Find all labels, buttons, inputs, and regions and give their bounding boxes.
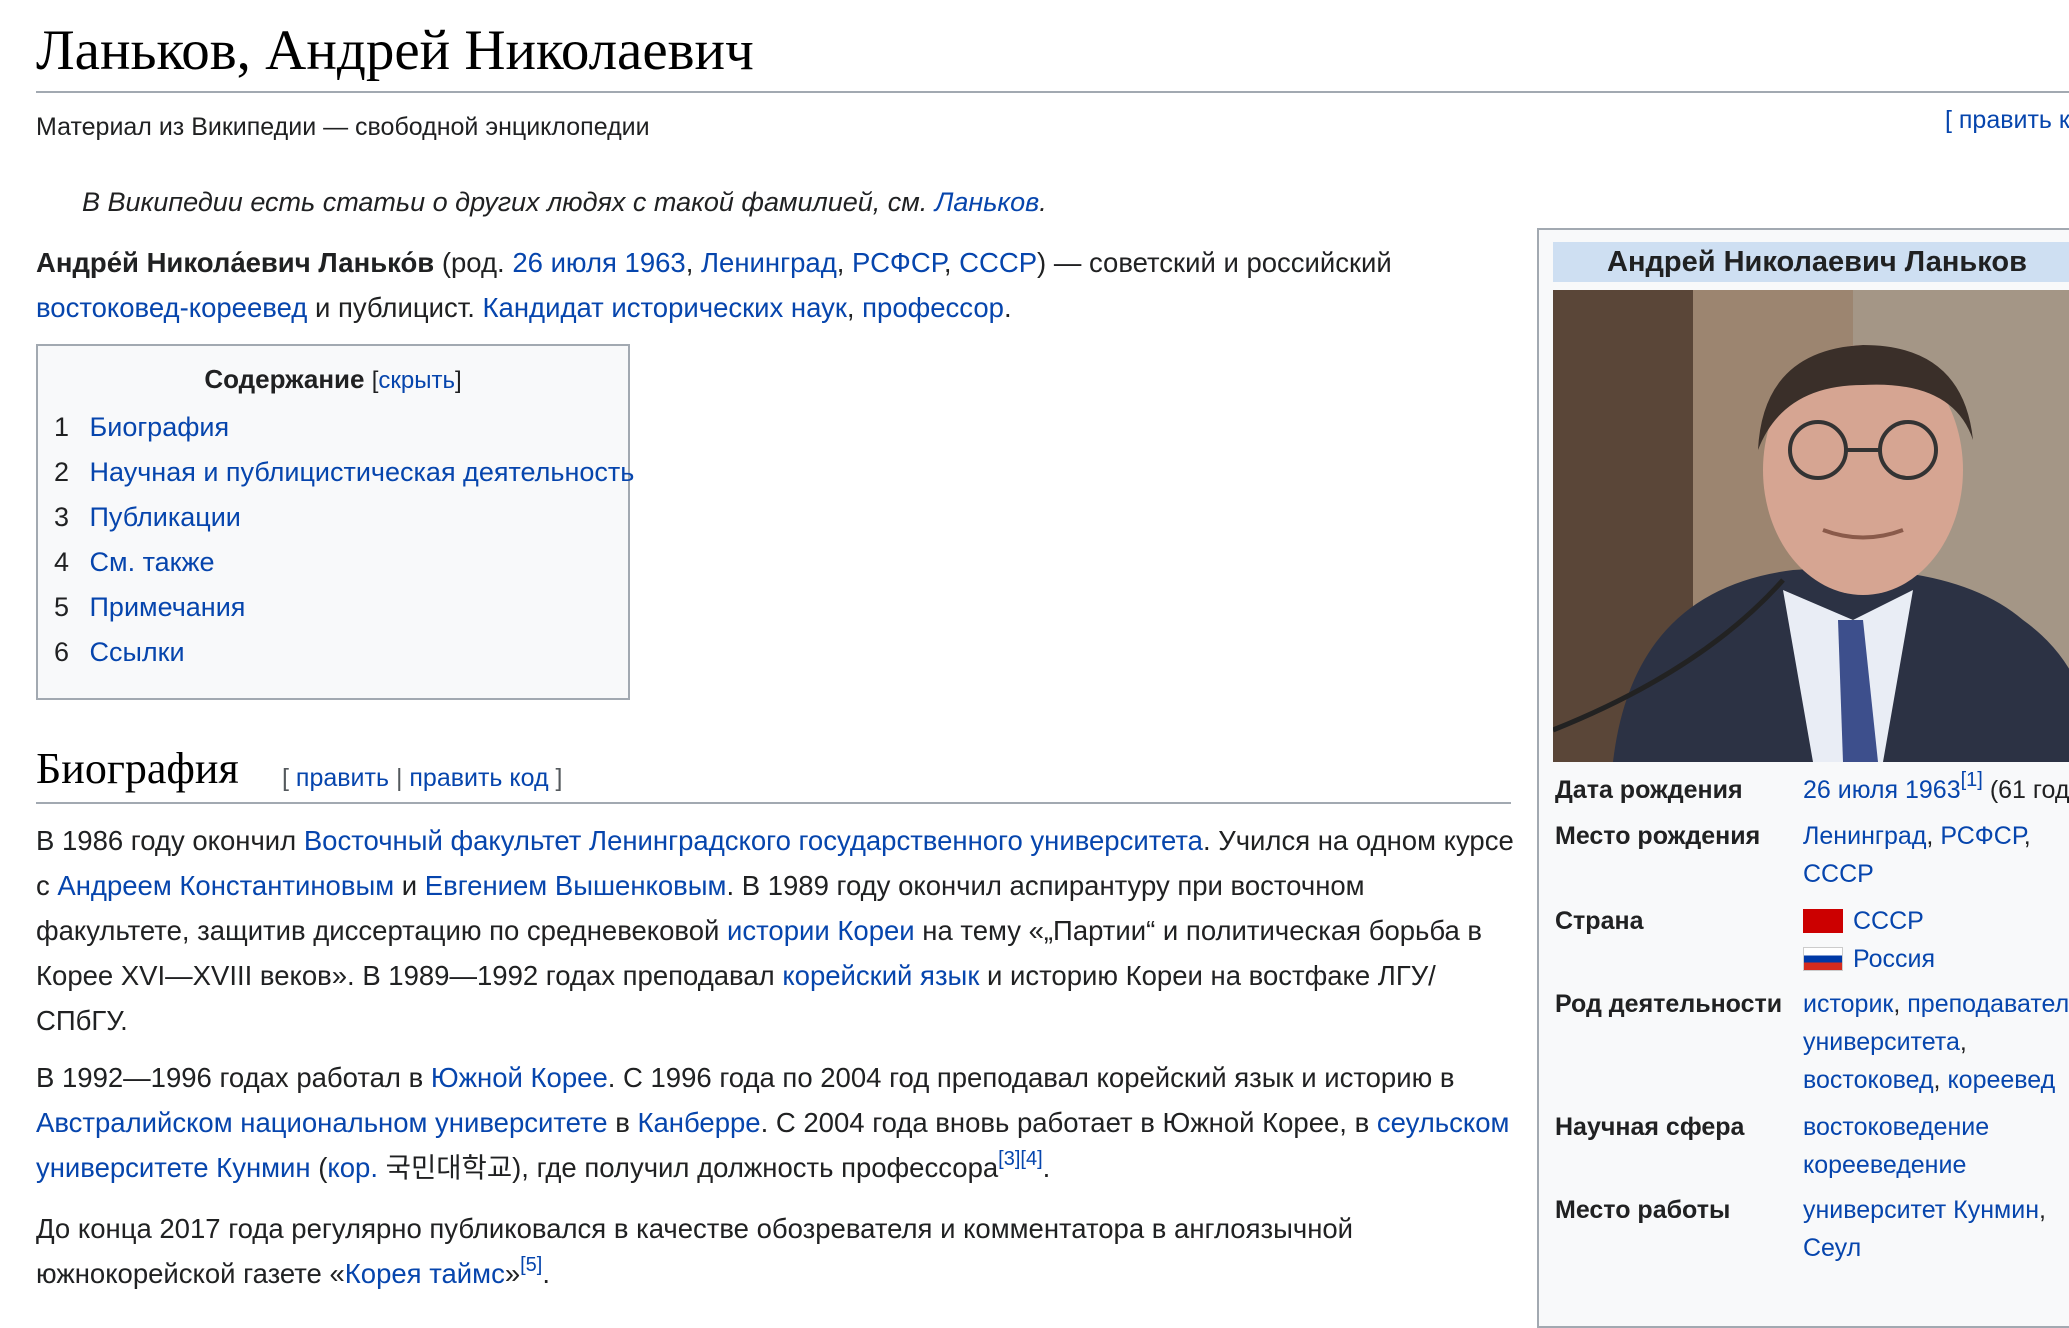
toc-item[interactable]: 6 Ссылки	[54, 630, 628, 675]
table-of-contents: Содержание [скрыть] 1 Биография 2 Научна…	[36, 344, 634, 700]
site-tagline: Материал из Википедии — свободной энцикл…	[36, 113, 650, 141]
professor-link[interactable]: профессор	[862, 292, 1004, 323]
infobox-label: Страна	[1555, 907, 1644, 935]
korean-lang-abbr-link[interactable]: кор.	[327, 1152, 378, 1183]
lead-paragraph: Андре́й Никола́евич Ланько́в (род. 26 ию…	[36, 247, 1392, 323]
infobox-label: Дата рождения	[1555, 776, 1743, 804]
degree-link[interactable]: Кандидат исторических наук	[483, 292, 847, 323]
toc-item[interactable]: 3 Публикации	[54, 495, 628, 540]
person-link[interactable]: Евгением Вышенковым	[425, 870, 727, 901]
title-divider	[36, 91, 2069, 93]
section-heading-biography: Биография	[36, 744, 239, 793]
biography-paragraph-1: В 1986 году окончил Восточный факультет …	[36, 825, 1514, 1036]
section-divider	[36, 802, 1511, 804]
reference-link[interactable]: [3]	[998, 1148, 1020, 1170]
infobox-value: СССР Россия	[1803, 902, 2069, 978]
birth-city-link[interactable]: Ленинград	[701, 247, 837, 278]
person-link[interactable]: Андреем Константиновым	[57, 870, 394, 901]
hatnote: В Википедии есть статьи о других людях с…	[82, 187, 1047, 217]
infobox-label: Место рождения	[1555, 822, 1761, 850]
infobox-label: Род деятельности	[1555, 990, 1783, 1018]
toc-item[interactable]: 4 См. также	[54, 540, 628, 585]
ussr-flag-icon	[1803, 909, 1843, 933]
birth-date-link[interactable]: 26 июля 1963	[512, 247, 685, 278]
south-korea-link[interactable]: Южной Корее	[431, 1062, 608, 1093]
russia-flag-icon	[1803, 947, 1843, 971]
reference-link[interactable]: [5]	[520, 1254, 542, 1276]
toc-hide-toggle[interactable]: скрыть	[378, 367, 455, 394]
toc-list: 1 Биография 2 Научная и публицистическая…	[38, 405, 634, 675]
toc-item[interactable]: 1 Биография	[54, 405, 628, 450]
toc-item[interactable]: 2 Научная и публицистическая деятельност…	[54, 450, 634, 495]
toc-item[interactable]: 5 Примечания	[54, 585, 628, 630]
infobox-title: Андрей Николаевич Ланьков	[1553, 242, 2069, 282]
rsfsr-link[interactable]: РСФСР	[852, 247, 944, 278]
biography-paragraph-3: До конца 2017 года регулярно публиковалс…	[36, 1213, 1354, 1289]
infobox-value: востоковедение корееведение	[1803, 1113, 1990, 1179]
field-link[interactable]: востоковед-кореевед	[36, 292, 307, 323]
infobox-label: Место работы	[1555, 1196, 1731, 1224]
edit-source-button[interactable]: править код	[409, 764, 548, 792]
anu-link[interactable]: Австралийском национальном университете	[36, 1107, 608, 1138]
toc-title: Содержание	[204, 364, 365, 394]
section-edit-links: [ править | править код ]	[282, 764, 563, 792]
korea-times-link[interactable]: Корея таймс	[345, 1258, 505, 1289]
infobox-label: Научная сфера	[1555, 1113, 1745, 1141]
infobox-value: 26 июля 1963[1] (61 год	[1803, 769, 2069, 804]
ussr-link[interactable]: СССР	[959, 247, 1037, 278]
edit-section-link-top[interactable]: [ править к	[1945, 106, 2069, 135]
toc-header: Содержание [скрыть]	[204, 364, 462, 394]
reference-link[interactable]: [4]	[1020, 1148, 1042, 1170]
biography-paragraph-2: В 1992—1996 годах работал в Южной Корее.…	[36, 1062, 1510, 1183]
korea-history-link[interactable]: истории Кореи	[727, 915, 915, 946]
hatnote-link[interactable]: Ланьков	[935, 187, 1039, 217]
infobox-value: историк, преподавател университета, восток…	[1803, 990, 2069, 1094]
portrait-photo[interactable]	[1553, 290, 2069, 762]
page-title: Ланьков, Андрей Николаевич	[36, 19, 754, 82]
edit-section-button[interactable]: править	[296, 764, 389, 792]
university-link[interactable]: Восточный факультет Ленинградского госуд…	[304, 825, 1203, 856]
infobox-value: университет Кунмин, Сеул	[1803, 1196, 2046, 1262]
portrait-image	[1553, 290, 2069, 762]
subject-name: Андре́й Никола́евич Ланько́в	[36, 247, 435, 278]
infobox-value: Ленинград, РСФСР, СССР	[1803, 822, 2031, 888]
canberra-link[interactable]: Канберре	[637, 1107, 760, 1138]
korean-language-link[interactable]: корейский язык	[782, 960, 979, 991]
